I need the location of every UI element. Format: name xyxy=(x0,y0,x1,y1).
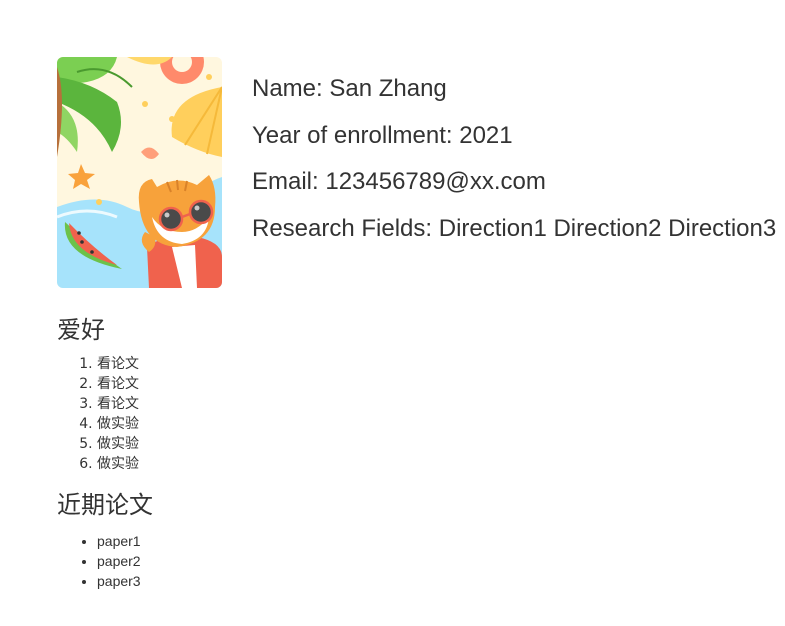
research-fields-line: Research Fields: Direction1 Direction2 D… xyxy=(252,214,777,242)
enrollment-year-line: Year of enrollment: 2021 xyxy=(252,121,513,149)
paper-list: paper1 paper2 paper3 xyxy=(57,531,141,591)
list-item: paper3 xyxy=(97,571,141,591)
cat-beach-illustration-icon xyxy=(57,57,222,288)
list-item: 看论文 xyxy=(97,354,139,374)
hobby-list: 看论文 看论文 看论文 做实验 做实验 做实验 xyxy=(57,354,139,474)
list-item: paper2 xyxy=(97,551,141,571)
page: Name: San Zhang Year of enrollment: 2021… xyxy=(0,0,785,626)
list-item: 做实验 xyxy=(97,434,139,454)
list-item: 做实验 xyxy=(97,414,139,434)
list-item: paper1 xyxy=(97,531,141,551)
list-item: 做实验 xyxy=(97,454,139,474)
email-line: Email: 123456789@xx.com xyxy=(252,168,546,195)
profile-info: Name: San Zhang Year of enrollment: 2021… xyxy=(252,72,776,258)
hobbies-title: 爱好 xyxy=(57,316,105,344)
list-item: 看论文 xyxy=(97,394,139,414)
list-item: 看论文 xyxy=(97,374,139,394)
name-line: Name: San Zhang xyxy=(252,75,447,102)
avatar xyxy=(57,57,222,288)
recent-papers-title: 近期论文 xyxy=(57,491,153,519)
